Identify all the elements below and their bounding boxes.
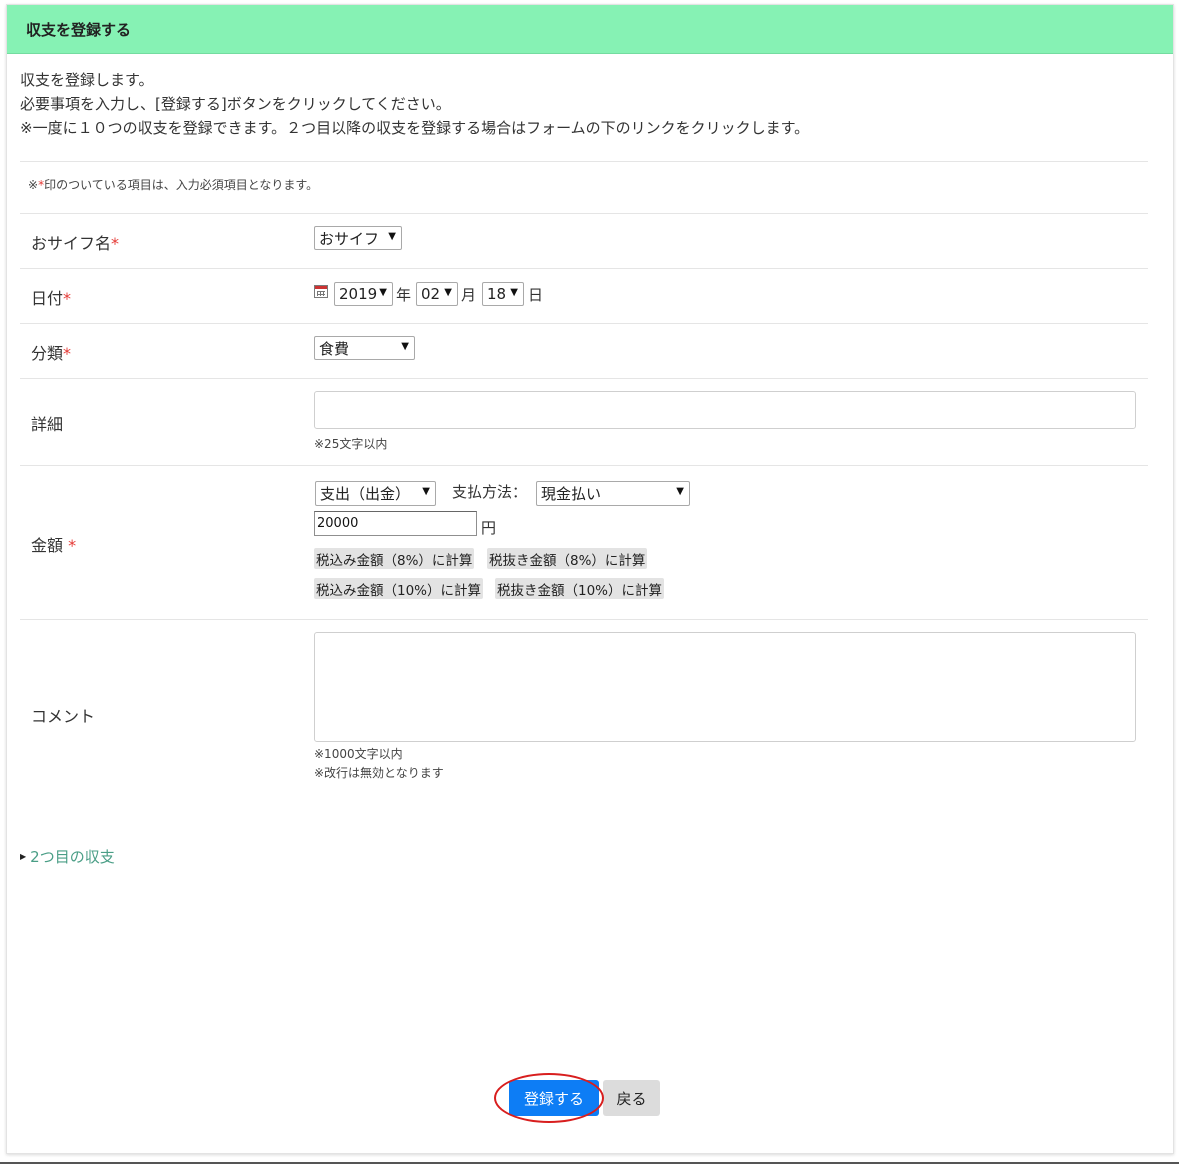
category-select[interactable]: 食費 ▼ bbox=[314, 336, 415, 360]
intro-line-3: ※一度に１０つの収支を登録できます。２つ目以降の収支を登録する場合はフォームの下… bbox=[20, 119, 810, 137]
chevron-down-icon: ▼ bbox=[379, 287, 387, 298]
divider bbox=[20, 213, 1148, 214]
calc-tax-excluded-10-button[interactable]: 税抜き金額（10%）に計算 bbox=[495, 578, 665, 599]
category-label: 分類* bbox=[31, 344, 72, 363]
intro-text: 収支を登録します。 必要事項を入力し、[登録する]ボタンをクリックしてください。… bbox=[20, 68, 809, 140]
income-expense-select[interactable]: 支出（出金） ▼ bbox=[315, 481, 436, 506]
comment-textarea[interactable] bbox=[314, 632, 1136, 742]
required-note: ※*印のついている項目は、入力必須項目となります。 bbox=[28, 178, 319, 192]
second-entry-link[interactable]: ▶ 2つ目の収支 bbox=[20, 846, 115, 867]
wallet-label: おサイフ名* bbox=[31, 234, 120, 253]
divider bbox=[20, 323, 1148, 324]
detail-input[interactable] bbox=[314, 391, 1136, 429]
month-select[interactable]: 02 ▼ bbox=[416, 282, 458, 306]
triangle-right-icon: ▶ bbox=[20, 852, 27, 861]
divider bbox=[20, 268, 1148, 269]
payment-method-select[interactable]: 現金払い ▼ bbox=[536, 481, 690, 506]
calendar-icon[interactable] bbox=[314, 285, 328, 298]
amount-label: 金額 * bbox=[31, 536, 77, 555]
amount-input[interactable]: 20000 bbox=[314, 511, 477, 536]
detail-label: 詳細 bbox=[31, 415, 64, 434]
comment-hint-length: ※1000文字以内 bbox=[314, 747, 403, 761]
back-button[interactable]: 戻る bbox=[603, 1080, 660, 1116]
month-unit: 月 bbox=[461, 286, 477, 304]
panel-title: 収支を登録する bbox=[7, 5, 1173, 54]
chevron-down-icon: ▼ bbox=[510, 287, 518, 298]
chevron-down-icon: ▼ bbox=[401, 341, 409, 352]
wallet-select[interactable]: おサイフ ▼ bbox=[314, 226, 402, 250]
calc-tax-included-8-button[interactable]: 税込み金額（8%）に計算 bbox=[314, 548, 475, 569]
date-label: 日付* bbox=[31, 289, 72, 308]
year-unit: 年 bbox=[396, 286, 412, 304]
day-select[interactable]: 18 ▼ bbox=[482, 282, 524, 306]
calc-tax-included-10-button[interactable]: 税込み金額（10%）に計算 bbox=[314, 578, 484, 599]
chevron-down-icon: ▼ bbox=[422, 486, 430, 497]
chevron-down-icon: ▼ bbox=[444, 287, 452, 298]
chevron-down-icon: ▼ bbox=[388, 231, 396, 242]
divider bbox=[20, 161, 1148, 162]
intro-line-1: 収支を登録します。 bbox=[20, 71, 154, 89]
year-select[interactable]: 2019 ▼ bbox=[334, 282, 393, 306]
yen-unit: 円 bbox=[481, 519, 497, 537]
divider bbox=[20, 619, 1148, 620]
calc-tax-excluded-8-button[interactable]: 税抜き金額（8%）に計算 bbox=[487, 548, 648, 569]
comment-hint-newline: ※改行は無効となります bbox=[314, 766, 444, 780]
divider bbox=[20, 378, 1148, 379]
intro-line-2: 必要事項を入力し、[登録する]ボタンをクリックしてください。 bbox=[20, 95, 451, 113]
chevron-down-icon: ▼ bbox=[676, 486, 684, 497]
divider bbox=[20, 465, 1148, 466]
comment-label: コメント bbox=[31, 707, 96, 726]
payment-method-label: 支払方法： bbox=[452, 483, 528, 501]
submit-button[interactable]: 登録する bbox=[509, 1080, 599, 1116]
day-unit: 日 bbox=[528, 286, 544, 304]
bottom-border bbox=[0, 1162, 1179, 1164]
detail-hint: ※25文字以内 bbox=[314, 437, 388, 451]
